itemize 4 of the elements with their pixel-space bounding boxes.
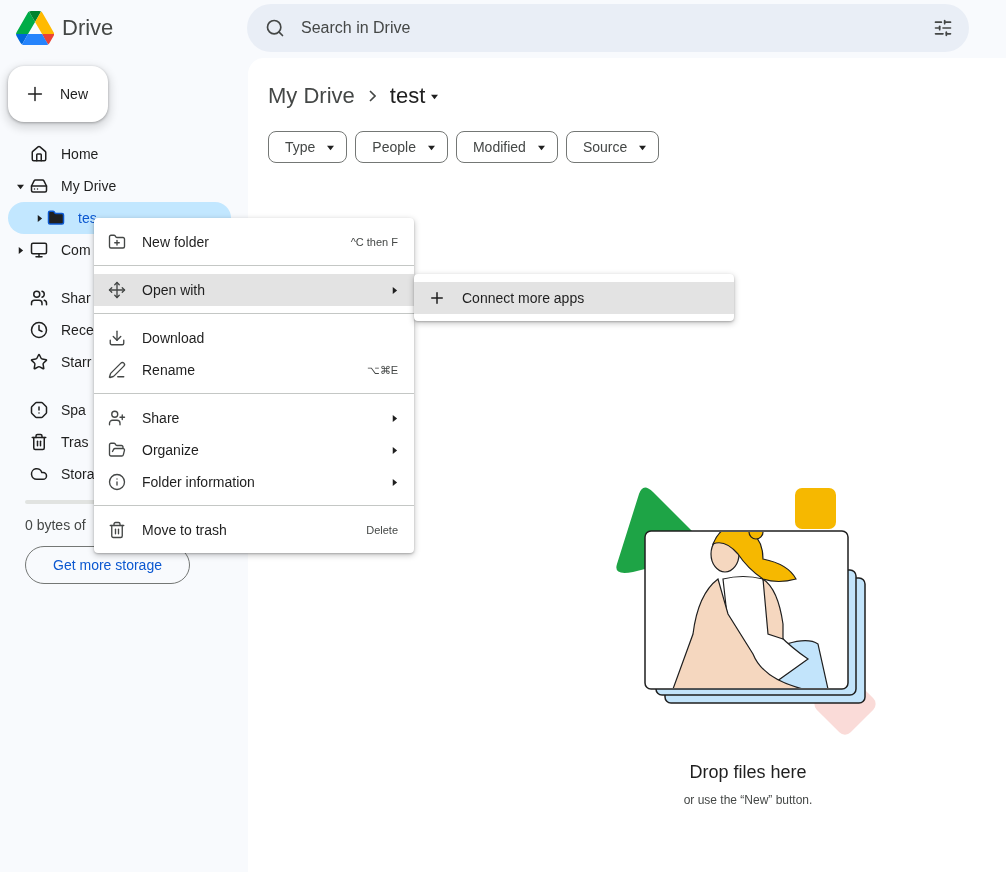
app-name: Drive — [62, 15, 114, 41]
empty-subtitle: or use the “New” button. — [683, 793, 813, 807]
storage-text: 0 bytes of — [25, 517, 86, 533]
empty-title: Drop files here — [689, 762, 807, 783]
